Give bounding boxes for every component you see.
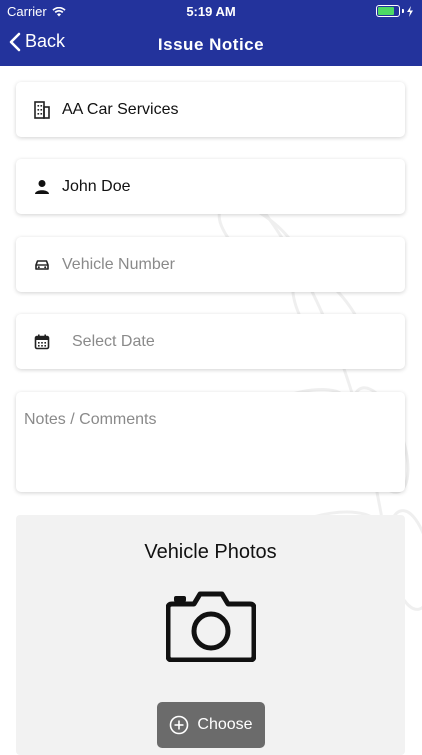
navigation-bar: Back Issue Notice xyxy=(0,22,422,66)
date-field[interactable]: Select Date xyxy=(16,314,405,369)
top-bar: Carrier 5:19 AM Back Issue Notice xyxy=(0,0,422,66)
vehicle-photos-title: Vehicle Photos xyxy=(144,541,277,563)
page-title: Issue Notice xyxy=(157,35,265,54)
vehicle-number-field[interactable]: Vehicle Number xyxy=(16,237,405,292)
name-field[interactable]: John Doe xyxy=(16,159,405,214)
notes-field[interactable]: Notes / Comments xyxy=(16,392,405,492)
choose-button[interactable]: Choose xyxy=(157,702,265,748)
car-icon xyxy=(32,255,52,275)
vehicle-photos-panel: Vehicle Photos Choose xyxy=(16,515,405,755)
person-icon xyxy=(32,177,52,197)
notes-placeholder: Notes / Comments xyxy=(24,411,157,428)
camera-icon[interactable] xyxy=(166,590,256,662)
status-bar: Carrier 5:19 AM xyxy=(0,0,422,22)
name-value: John Doe xyxy=(62,177,131,195)
company-value: AA Car Services xyxy=(62,100,179,118)
plus-circle-icon xyxy=(170,715,189,735)
choose-label: Choose xyxy=(197,716,253,733)
building-icon xyxy=(32,100,52,120)
battery-icon xyxy=(376,5,414,17)
calendar-icon xyxy=(32,332,52,352)
vehicle-number-input: Vehicle Number xyxy=(62,255,175,273)
date-input: Select Date xyxy=(72,332,155,350)
company-field[interactable]: AA Car Services xyxy=(16,82,405,137)
status-time: 5:19 AM xyxy=(186,4,236,19)
